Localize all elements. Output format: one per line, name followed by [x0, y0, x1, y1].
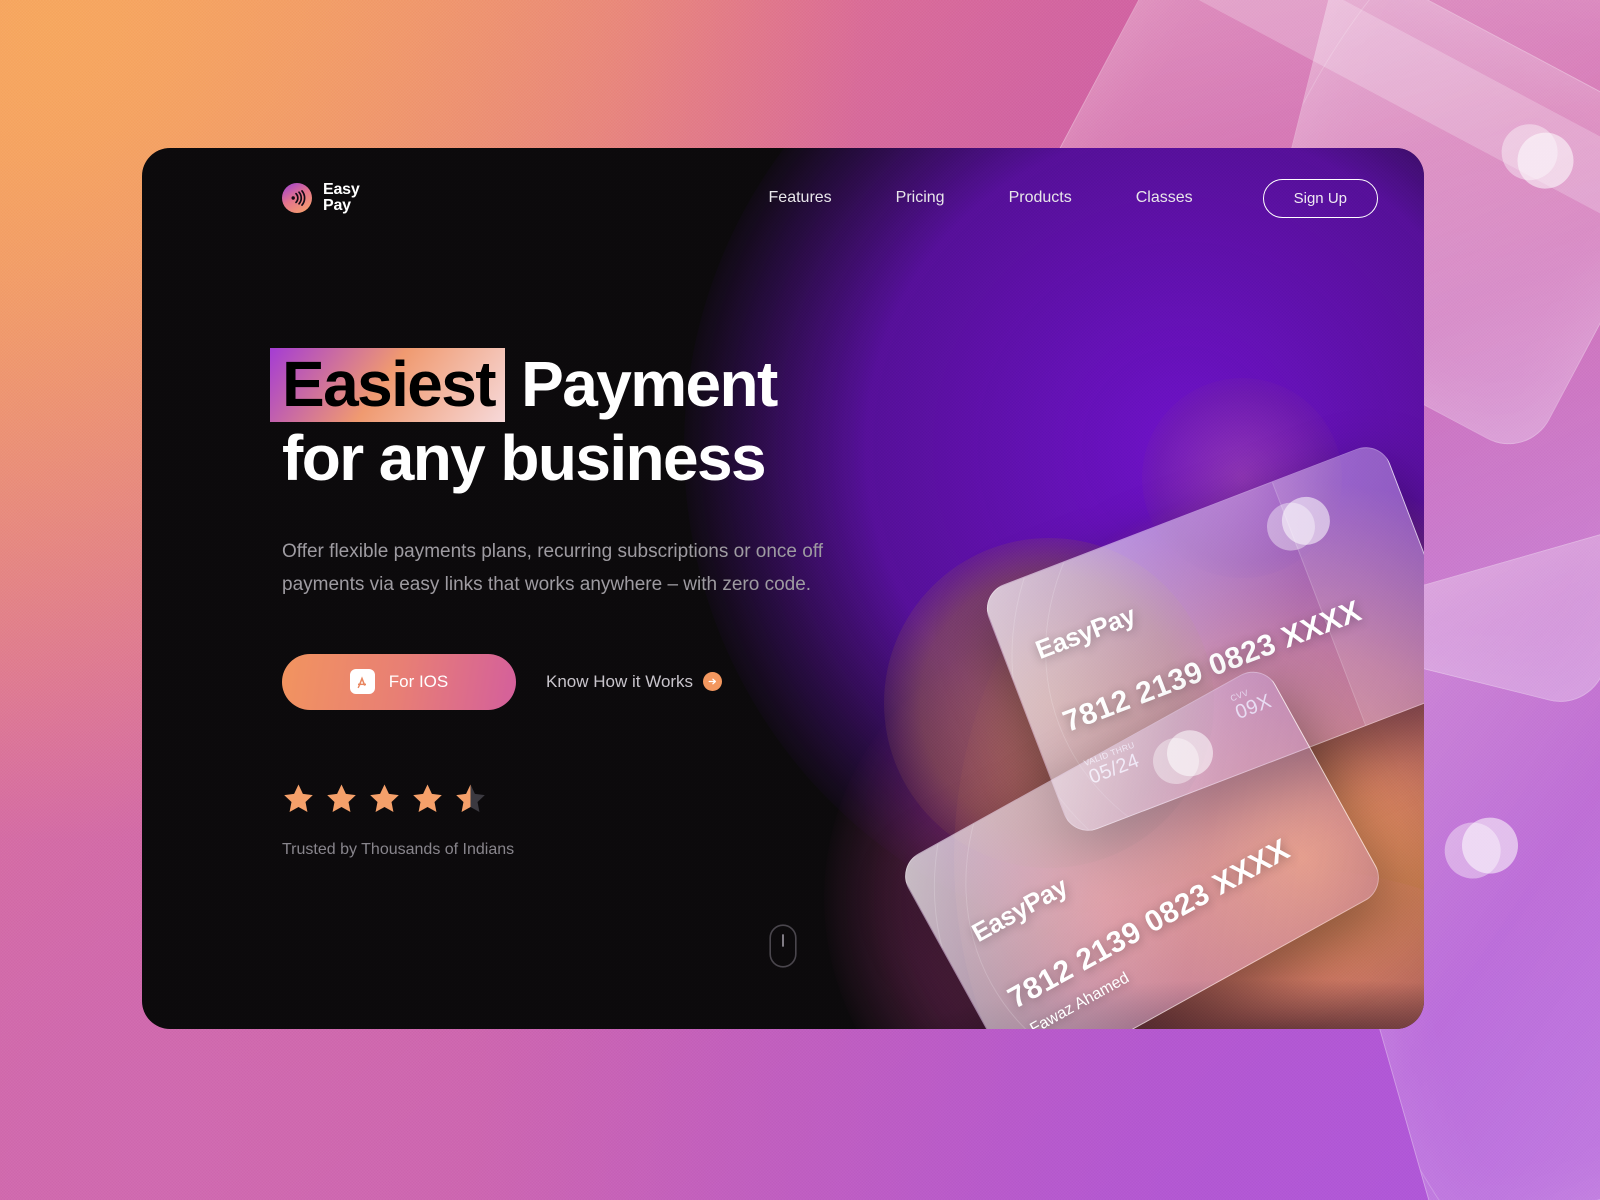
know-how-it-works-link[interactable]: Know How it Works [546, 671, 723, 692]
star-icon-1 [284, 784, 313, 812]
scroll-mouse-icon[interactable] [769, 924, 797, 973]
rating-block: Trusted by Thousands of Indians [282, 782, 942, 859]
headline-rest: Payment [504, 348, 778, 420]
site-header: Easy Pay Features Pricing Products Class… [142, 148, 1424, 248]
nav-link-pricing[interactable]: Pricing [864, 189, 977, 207]
primary-navigation: Features Pricing Products Classes Sign U… [737, 178, 1378, 218]
headline-line2: for any business [282, 422, 767, 494]
page-title: Easiest Payment for any business [270, 348, 942, 494]
app-store-icon [349, 669, 375, 695]
hero-content: Easiest Payment for any business Offer f… [270, 348, 942, 859]
hero-subcopy: Offer flexible payments plans, recurring… [282, 541, 824, 595]
contactless-payment-icon [282, 183, 312, 213]
hero-panel: Easy Pay Features Pricing Products Class… [142, 148, 1424, 1029]
star-icon-5-half [456, 784, 485, 812]
trust-text: Trusted by Thousands of Indians [282, 840, 515, 858]
star-icon-2 [327, 784, 356, 812]
brand-name-line1: Easy [323, 180, 360, 198]
know-how-it-works-label: Know How it Works [546, 671, 694, 691]
for-ios-button[interactable]: For IOS [282, 653, 516, 710]
brand-logo[interactable]: Easy Pay [282, 180, 360, 215]
star-icon-3 [370, 784, 399, 812]
page-canvas: Easy Pay Features Pricing Products Class… [0, 0, 1600, 1200]
headline-highlight: Easiest [270, 348, 505, 422]
nav-link-products[interactable]: Products [977, 189, 1104, 207]
sign-up-button[interactable]: Sign Up [1262, 178, 1378, 218]
arrow-right-circle-icon [703, 672, 723, 692]
star-icon-4 [413, 784, 442, 812]
brand-name: Easy Pay [323, 180, 360, 215]
brand-name-line2: Pay [323, 197, 351, 214]
nav-link-features[interactable]: Features [737, 189, 864, 207]
for-ios-button-label: For IOS [388, 671, 449, 691]
star-rating [282, 782, 942, 815]
nav-link-classes[interactable]: Classes [1104, 189, 1225, 207]
cta-row: For IOS Know How it Works [282, 653, 942, 710]
